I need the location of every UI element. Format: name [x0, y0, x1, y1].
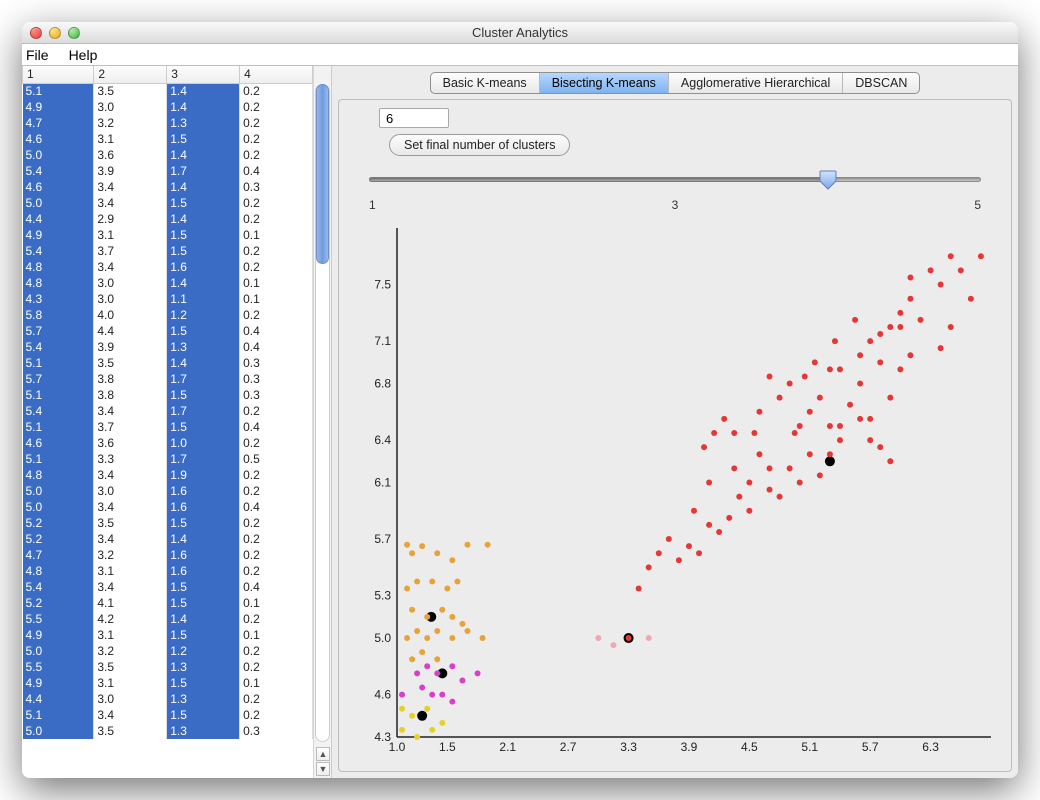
table-row[interactable]: 4.73.21.60.2	[23, 547, 313, 563]
svg-text:7.1: 7.1	[374, 334, 391, 348]
table-row[interactable]: 4.93.11.50.1	[23, 227, 313, 243]
table-row[interactable]: 5.43.91.30.4	[23, 339, 313, 355]
column-header[interactable]: 3	[167, 66, 240, 83]
table-row[interactable]: 5.03.21.20.2	[23, 643, 313, 659]
scroll-down-icon[interactable]: ▼	[316, 762, 330, 776]
svg-text:3.3: 3.3	[620, 740, 637, 754]
table-row[interactable]: 4.93.01.40.2	[23, 99, 313, 115]
table-row[interactable]: 5.13.81.50.3	[23, 387, 313, 403]
table-row[interactable]: 5.13.41.50.2	[23, 707, 313, 723]
table-row[interactable]: 5.74.41.50.4	[23, 323, 313, 339]
window-title: Cluster Analytics	[22, 25, 1018, 40]
svg-text:7.5: 7.5	[374, 278, 391, 292]
table-row[interactable]: 5.23.41.40.2	[23, 531, 313, 547]
cluster-panel: Set final number of clusters	[338, 99, 1012, 772]
table-row[interactable]: 5.13.31.70.5	[23, 451, 313, 467]
table-row[interactable]: 5.24.11.50.1	[23, 595, 313, 611]
window-titlebar: Cluster Analytics	[22, 22, 1018, 44]
svg-text:5.7: 5.7	[862, 740, 879, 754]
table-row[interactable]: 4.83.41.60.2	[23, 259, 313, 275]
svg-text:5.7: 5.7	[374, 532, 391, 546]
tab-agglomerative-hierarchical[interactable]: Agglomerative Hierarchical	[669, 73, 843, 93]
svg-text:6.3: 6.3	[922, 740, 939, 754]
column-header[interactable]: 4	[240, 66, 313, 83]
traffic-lights	[22, 27, 80, 39]
svg-text:5.0: 5.0	[374, 631, 391, 645]
table-row[interactable]: 5.54.21.40.2	[23, 611, 313, 627]
tab-basic-k-means[interactable]: Basic K-means	[431, 73, 540, 93]
svg-text:1.5: 1.5	[439, 740, 456, 754]
column-header[interactable]: 1	[23, 66, 94, 83]
table-row[interactable]: 5.03.51.30.3	[23, 723, 313, 739]
table-row[interactable]: 4.93.11.50.1	[23, 627, 313, 643]
algorithm-tabs: Basic K-meansBisecting K-meansAgglomerat…	[430, 72, 921, 94]
table-row[interactable]: 5.43.41.50.4	[23, 579, 313, 595]
table-row[interactable]: 4.42.91.40.2	[23, 211, 313, 227]
table-row[interactable]: 4.83.41.90.2	[23, 467, 313, 483]
cluster-count-input[interactable]	[379, 108, 449, 128]
menu-file[interactable]: File	[26, 47, 49, 63]
table-row[interactable]: 5.03.61.40.2	[23, 147, 313, 163]
table-row[interactable]: 4.43.01.30.2	[23, 691, 313, 707]
close-icon[interactable]	[30, 27, 42, 39]
table-row[interactable]: 5.43.91.70.4	[23, 163, 313, 179]
table-row[interactable]: 4.33.01.10.1	[23, 291, 313, 307]
svg-text:2.1: 2.1	[499, 740, 516, 754]
scroll-up-icon[interactable]: ▲	[316, 747, 330, 761]
svg-text:2.7: 2.7	[560, 740, 577, 754]
table-scrollbar[interactable]: ▲ ▼	[313, 66, 331, 778]
slider-max-label: 5	[974, 198, 981, 212]
svg-text:6.4: 6.4	[374, 433, 391, 447]
table-row[interactable]: 5.03.41.60.4	[23, 499, 313, 515]
table-row[interactable]: 4.73.21.30.2	[23, 115, 313, 131]
menu-help[interactable]: Help	[69, 47, 98, 63]
slider-thumb-icon[interactable]	[819, 170, 837, 190]
table-row[interactable]: 4.63.41.40.3	[23, 179, 313, 195]
table-row[interactable]: 5.03.41.50.2	[23, 195, 313, 211]
slider-min-label: 1	[369, 198, 376, 212]
svg-text:3.9: 3.9	[681, 740, 698, 754]
table-row[interactable]: 4.93.11.50.1	[23, 675, 313, 691]
menubar: File Help	[22, 44, 1018, 66]
zoom-icon[interactable]	[68, 27, 80, 39]
minimize-icon[interactable]	[49, 27, 61, 39]
svg-text:5.3: 5.3	[374, 589, 391, 603]
scatter-plot: 4.34.65.05.35.76.16.46.87.17.51.01.52.12…	[359, 222, 997, 759]
svg-text:5.1: 5.1	[801, 740, 818, 754]
slider-mid-label: 3	[672, 198, 679, 212]
svg-text:4.6: 4.6	[374, 688, 391, 702]
table-row[interactable]: 5.13.51.40.3	[23, 355, 313, 371]
data-table-panel: 1234 5.13.51.40.24.93.01.40.24.73.21.30.…	[22, 66, 332, 778]
tab-bisecting-k-means[interactable]: Bisecting K-means	[540, 73, 669, 93]
iteration-slider[interactable]	[369, 172, 981, 194]
table-row[interactable]: 5.43.41.70.2	[23, 403, 313, 419]
svg-text:6.8: 6.8	[374, 377, 391, 391]
table-row[interactable]: 5.23.51.50.2	[23, 515, 313, 531]
tab-dbscan[interactable]: DBSCAN	[843, 73, 919, 93]
table-row[interactable]: 5.73.81.70.3	[23, 371, 313, 387]
table-row[interactable]: 4.83.01.40.1	[23, 275, 313, 291]
table-row[interactable]: 5.43.71.50.2	[23, 243, 313, 259]
table-row[interactable]: 5.03.01.60.2	[23, 483, 313, 499]
set-clusters-button[interactable]: Set final number of clusters	[389, 134, 570, 156]
svg-text:1.0: 1.0	[389, 740, 406, 754]
svg-text:6.1: 6.1	[374, 476, 391, 490]
table-row[interactable]: 4.83.11.60.2	[23, 563, 313, 579]
column-header[interactable]: 2	[94, 66, 167, 83]
table-row[interactable]: 4.63.11.50.2	[23, 131, 313, 147]
table-row[interactable]: 4.63.61.00.2	[23, 435, 313, 451]
svg-text:4.5: 4.5	[741, 740, 758, 754]
table-row[interactable]: 5.13.71.50.4	[23, 419, 313, 435]
data-table[interactable]: 1234 5.13.51.40.24.93.01.40.24.73.21.30.…	[22, 66, 313, 739]
table-row[interactable]: 5.84.01.20.2	[23, 307, 313, 323]
table-row[interactable]: 5.13.51.40.2	[23, 83, 313, 99]
table-row[interactable]: 5.53.51.30.2	[23, 659, 313, 675]
scrollbar-thumb[interactable]	[316, 84, 329, 264]
